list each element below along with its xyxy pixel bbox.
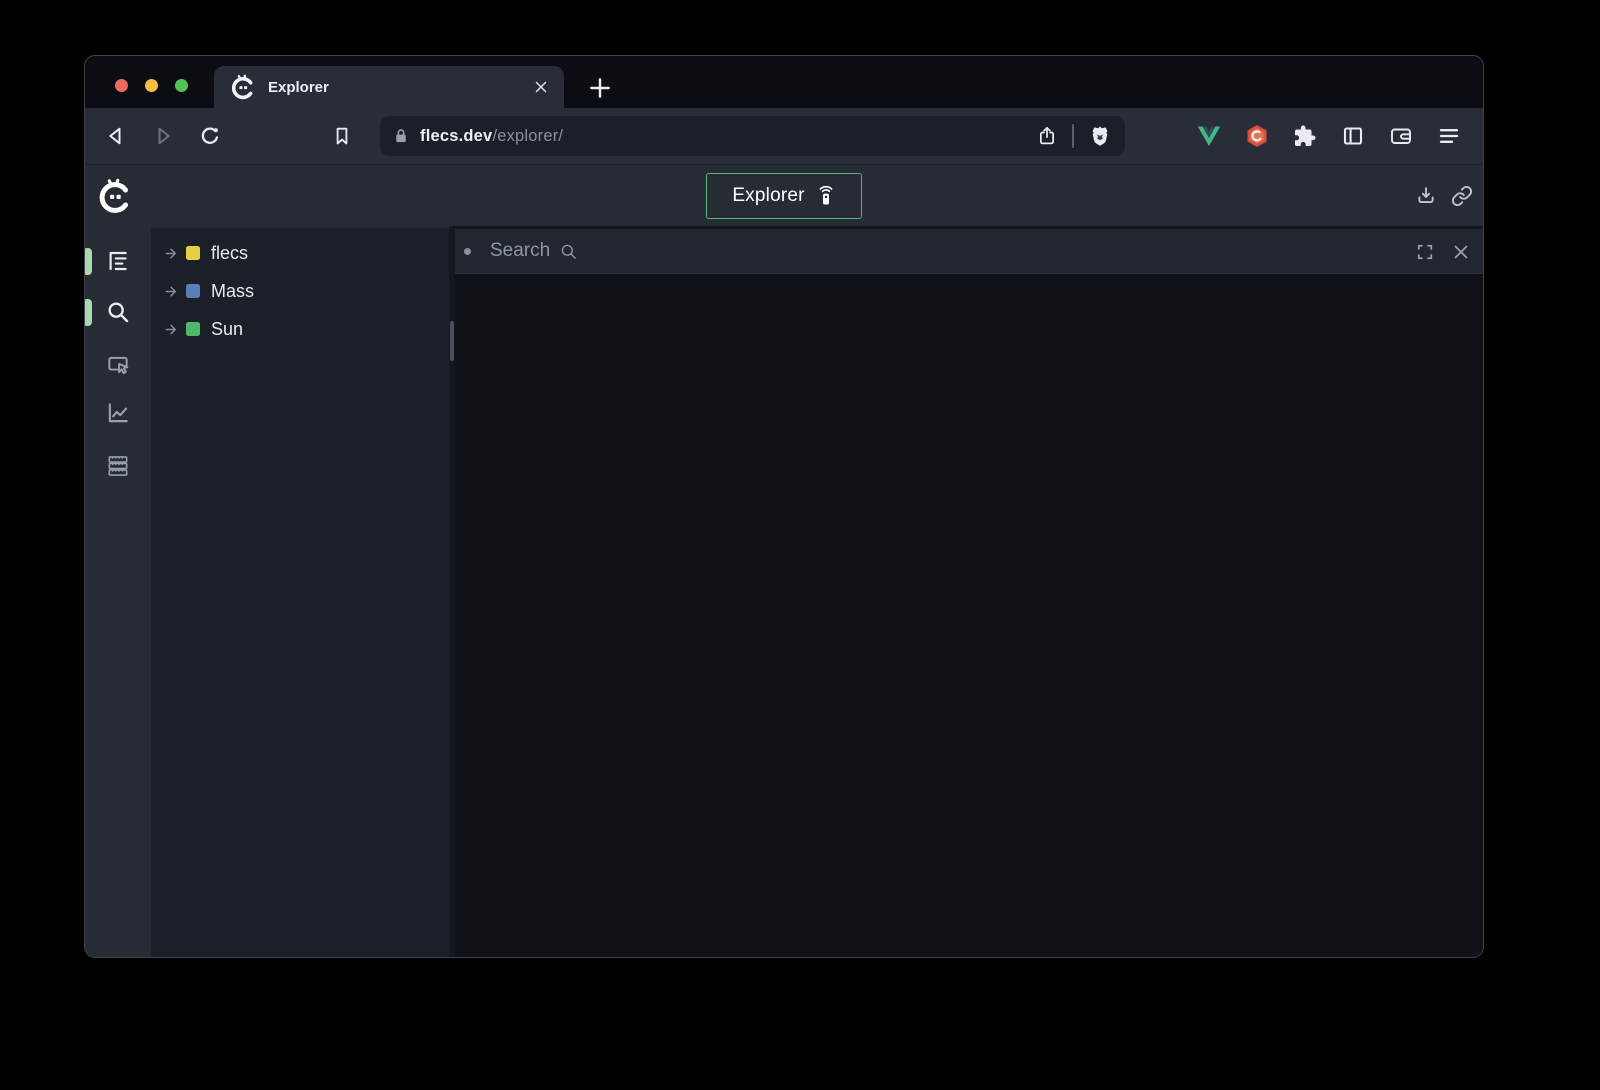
tree-panel-button[interactable] — [105, 248, 131, 274]
address-bar[interactable]: flecs.dev/explorer/ — [380, 116, 1125, 156]
brave-shield-icon[interactable] — [1088, 124, 1112, 148]
tree-active-indicator — [84, 248, 92, 275]
sidebar-button[interactable] — [1337, 120, 1369, 152]
entity-color-swatch — [186, 322, 200, 336]
forward-icon — [151, 124, 175, 148]
chart-panel-button[interactable] — [105, 400, 131, 426]
url-path: /explorer/ — [492, 127, 563, 145]
entity-tree-panel: flecs Mass — [151, 226, 449, 958]
browser-menu-button[interactable] — [1433, 120, 1465, 152]
share-icon[interactable] — [1036, 125, 1058, 147]
panel-resize-handle[interactable] — [449, 226, 455, 958]
bookmark-button[interactable] — [326, 120, 358, 152]
extensions-puzzle-icon — [1293, 124, 1317, 148]
expand-arrow-icon[interactable] — [164, 322, 179, 337]
app-header: Explorer — [85, 164, 1483, 226]
url-domain: flecs.dev — [420, 127, 492, 145]
fullscreen-window-button[interactable] — [175, 79, 188, 92]
entity-label: flecs — [211, 243, 248, 264]
query-panel-actions — [1415, 229, 1471, 274]
tab-title: Explorer — [268, 79, 532, 96]
entity-color-swatch — [186, 246, 200, 260]
lock-icon — [391, 126, 411, 146]
search-icon — [559, 242, 578, 261]
forward-button — [147, 120, 179, 152]
vue-devtools-icon — [1196, 123, 1222, 149]
wallet-icon — [1389, 124, 1413, 148]
entity-label: Sun — [211, 319, 243, 340]
close-panel-icon[interactable] — [1451, 242, 1471, 262]
remote-icon — [816, 186, 836, 206]
inspector-panel-button[interactable] — [105, 352, 131, 378]
tab-bar: Explorer — [85, 56, 1483, 108]
reload-button[interactable] — [194, 120, 226, 152]
browser-tab[interactable]: Explorer — [214, 66, 564, 108]
search-active-indicator — [84, 299, 92, 326]
scrollbar-thumb[interactable] — [450, 321, 454, 361]
query-panel: Search — [455, 226, 1483, 958]
tree-row-flecs[interactable]: flecs — [151, 234, 449, 272]
browser-toolbar: flecs.dev/explorer/ — [85, 108, 1483, 164]
close-window-button[interactable] — [115, 79, 128, 92]
new-tab-button[interactable] — [585, 75, 615, 101]
extensions-button[interactable] — [1289, 120, 1321, 152]
app-title: Explorer — [732, 185, 804, 207]
app-body: flecs Mass — [85, 226, 1483, 958]
drag-dot-icon[interactable] — [464, 248, 471, 255]
vue-devtools-button[interactable] — [1193, 120, 1225, 152]
search-input[interactable]: Search — [490, 240, 578, 262]
app-title-button[interactable]: Explorer — [706, 173, 862, 219]
tree-row-sun[interactable]: Sun — [151, 310, 449, 348]
sidebar-icon — [1341, 124, 1365, 148]
expand-arrow-icon[interactable] — [164, 246, 179, 261]
browser-window: Explorer — [84, 55, 1484, 958]
search-placeholder: Search — [490, 240, 550, 262]
query-results-area — [455, 274, 1483, 958]
app-header-actions — [1415, 165, 1473, 227]
link-icon[interactable] — [1451, 185, 1473, 207]
query-panel-header: Search — [455, 229, 1483, 274]
entity-color-swatch — [186, 284, 200, 298]
expand-arrow-icon[interactable] — [164, 284, 179, 299]
url-text: flecs.dev/explorer/ — [420, 127, 1036, 146]
search-panel-button[interactable] — [105, 299, 131, 325]
hexagon-extension-button[interactable] — [1241, 120, 1273, 152]
bookmark-icon — [331, 125, 353, 147]
tab-close-icon[interactable] — [532, 78, 550, 96]
flecs-explorer-app: Explorer — [85, 164, 1483, 958]
back-button[interactable] — [100, 120, 132, 152]
tables-panel-button[interactable] — [105, 453, 131, 479]
wallet-button[interactable] — [1385, 120, 1417, 152]
traffic-lights — [115, 79, 188, 92]
hexagon-extension-icon — [1244, 123, 1270, 149]
flecs-logo-icon[interactable] — [97, 178, 133, 214]
download-icon[interactable] — [1415, 185, 1437, 207]
urlbar-divider — [1072, 124, 1074, 148]
fullscreen-icon[interactable] — [1415, 242, 1435, 262]
tree-row-mass[interactable]: Mass — [151, 272, 449, 310]
flecs-favicon-icon — [230, 74, 256, 100]
minimize-window-button[interactable] — [145, 79, 158, 92]
menu-icon — [1437, 124, 1461, 148]
back-icon — [104, 124, 128, 148]
extension-icons — [1193, 120, 1465, 152]
icon-rail — [85, 226, 151, 958]
entity-label: Mass — [211, 281, 254, 302]
reload-icon — [198, 124, 222, 148]
